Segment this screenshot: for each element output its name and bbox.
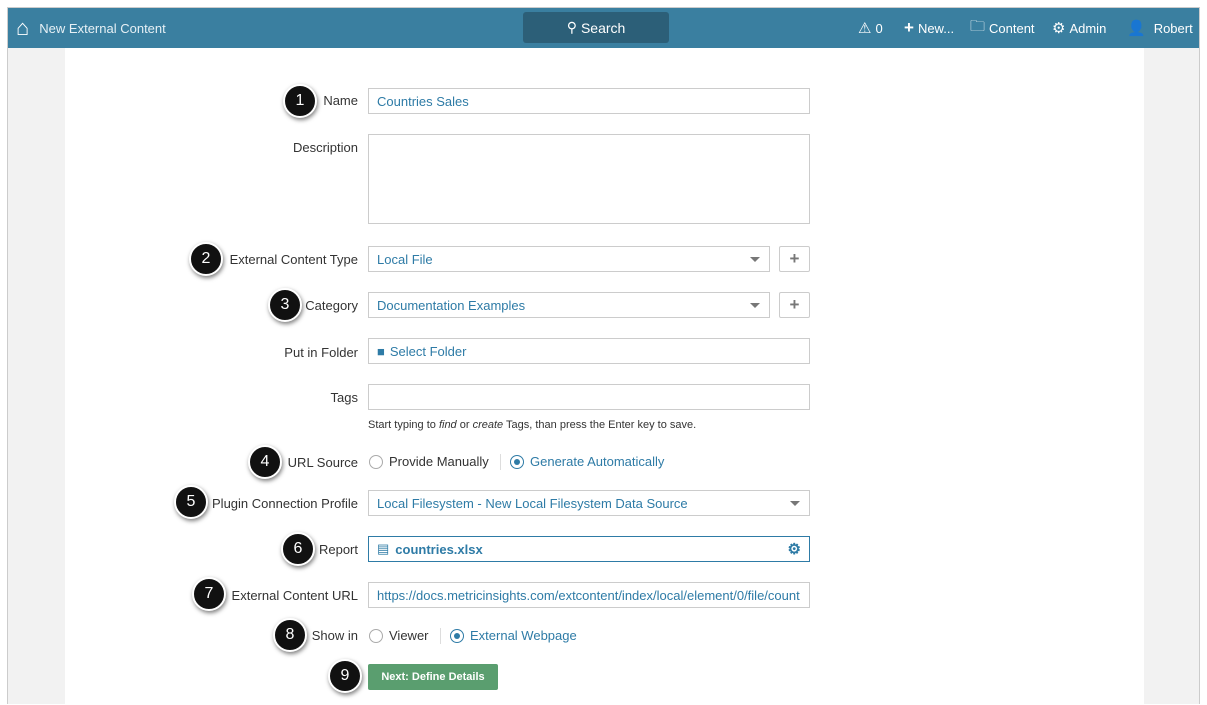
profile-label: Plugin Connection Profile: [212, 496, 358, 511]
description-label: Description: [292, 140, 358, 155]
type-label: External Content Type: [229, 252, 358, 267]
gear-icon[interactable]: ⚙: [788, 540, 801, 558]
add-category-button[interactable]: +: [779, 292, 810, 318]
radio-circle-selected: [450, 628, 464, 643]
annotation-9: 9: [328, 659, 362, 693]
next-define-details-button[interactable]: Next: Define Details: [368, 664, 498, 690]
add-type-button[interactable]: +: [779, 246, 810, 272]
select-folder-button[interactable]: ■ Select Folder: [368, 338, 810, 364]
folder-label: Put in Folder: [284, 345, 358, 360]
type-select[interactable]: Local File: [368, 246, 770, 272]
radio-provide-manually[interactable]: Provide Manually: [369, 454, 489, 469]
admin-label: Admin: [1069, 20, 1107, 36]
category-label: Category: [305, 298, 358, 313]
hint-text: or: [456, 419, 473, 431]
show-in-label: Show in: [311, 628, 358, 643]
report-icon: ▤: [377, 541, 390, 556]
radio-circle: [369, 454, 383, 469]
report-value: countries.xlsx: [395, 541, 483, 557]
hint-create: create: [472, 419, 504, 431]
annotation-8: 8: [273, 618, 307, 652]
annotation-5: 5: [174, 485, 208, 519]
profile-select[interactable]: Local Filesystem - New Local Filesystem …: [368, 490, 810, 516]
hint-text: Start typing to: [368, 419, 439, 431]
tags-hint: Start typing to find or create Tags, tha…: [368, 419, 696, 431]
annotation-6: 6: [281, 532, 315, 566]
type-value: Local File: [377, 251, 433, 267]
radio-circle-selected: [510, 454, 524, 469]
hint-text: Tags, than press the Enter key to save.: [503, 419, 697, 431]
search-icon: ⚲: [566, 19, 577, 35]
home-link[interactable]: ⌂ New External Content: [16, 8, 166, 48]
tags-input[interactable]: [368, 384, 810, 410]
plus-icon: +: [789, 249, 800, 268]
plus-icon: +: [789, 295, 800, 314]
tags-label: Tags: [330, 390, 358, 405]
search-label: Search: [580, 19, 626, 36]
url-label: External Content URL: [231, 588, 358, 603]
radio-circle: [369, 628, 383, 643]
alerts-button[interactable]: ⚠ 0: [858, 8, 883, 48]
folder-icon: 🗀: [970, 17, 986, 35]
radio-label: Generate Automatically: [530, 454, 665, 469]
radio-label: Viewer: [389, 628, 429, 643]
page-title: New External Content: [39, 20, 166, 36]
annotation-1: 1: [283, 84, 317, 118]
profile-value: Local Filesystem - New Local Filesystem …: [377, 495, 688, 511]
new-label: New...: [917, 20, 955, 36]
radio-viewer[interactable]: Viewer: [369, 628, 429, 643]
divider: [500, 454, 501, 470]
category-select[interactable]: Documentation Examples: [368, 292, 770, 318]
url-input[interactable]: https://docs.metricinsights.com/extconte…: [368, 582, 810, 608]
report-field[interactable]: ▤ countries.xlsx ⚙: [368, 536, 810, 562]
annotation-7: 7: [192, 577, 226, 611]
url-source-label: URL Source: [287, 455, 358, 470]
gear-icon: ⚙: [1052, 20, 1066, 37]
new-button[interactable]: + New...: [904, 8, 954, 48]
plus-icon: +: [904, 18, 914, 37]
annotation-3: 3: [268, 288, 302, 322]
name-label: Name: [323, 93, 358, 108]
divider: [440, 628, 441, 644]
user-name: Robert: [1153, 20, 1193, 36]
content-button[interactable]: 🗀 Content: [970, 8, 1035, 48]
annotation-4: 4: [248, 445, 282, 479]
radio-label: Provide Manually: [389, 454, 489, 469]
folder-value: Select Folder: [389, 343, 467, 359]
content-label: Content: [989, 20, 1035, 36]
top-bar: ⌂ New External Content ⚲ Search ⚠ 0 + New.…: [8, 8, 1199, 48]
user-menu[interactable]: 👤 Robert: [1127, 8, 1193, 48]
hint-find: find: [438, 419, 457, 431]
user-icon: 👤: [1127, 20, 1146, 37]
name-input[interactable]: Countries Sales: [368, 88, 810, 114]
radio-generate-automatically[interactable]: Generate Automatically: [510, 454, 664, 469]
category-value: Documentation Examples: [377, 297, 526, 313]
folder-icon: ■: [377, 343, 385, 359]
warning-icon: ⚠: [858, 20, 872, 37]
admin-button[interactable]: ⚙ Admin: [1052, 8, 1106, 48]
home-icon: ⌂: [16, 15, 30, 40]
annotation-2: 2: [189, 242, 223, 276]
report-label: Report: [318, 542, 358, 557]
radio-label: External Webpage: [470, 628, 577, 643]
search-button[interactable]: ⚲ Search: [523, 12, 669, 43]
description-textarea[interactable]: [368, 134, 810, 224]
radio-external-webpage[interactable]: External Webpage: [450, 628, 577, 643]
alerts-count: 0: [875, 20, 883, 36]
